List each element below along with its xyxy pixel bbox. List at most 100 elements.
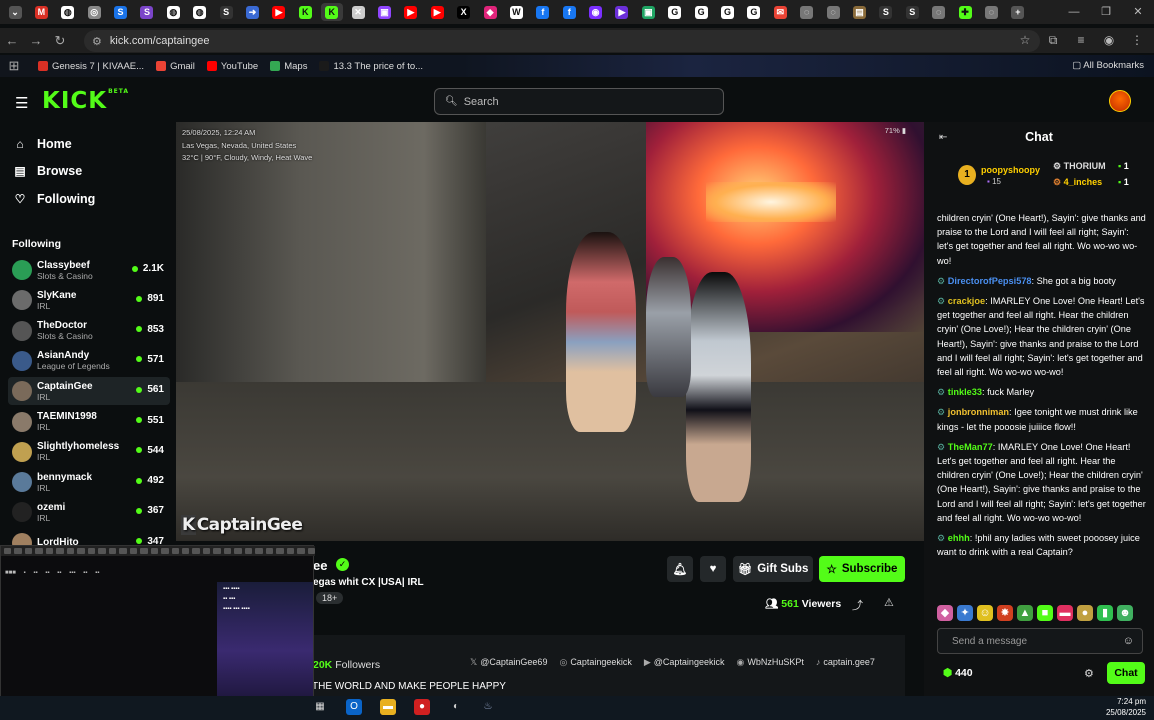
- browser-tab[interactable]: ◎: [83, 3, 105, 21]
- followed-channel[interactable]: AsianAndy League of Legends 571: [8, 347, 170, 375]
- bookmark-star-icon[interactable]: ☆: [1016, 31, 1034, 49]
- site-info-icon[interactable]: ⚙: [92, 35, 102, 48]
- browser-tab[interactable]: ◍: [189, 3, 211, 21]
- social-link[interactable]: 𝕏 @CaptainGee69: [470, 657, 547, 668]
- browser-tab[interactable]: ▶: [426, 3, 448, 21]
- sidebar-item-browse[interactable]: ▤ Browse: [0, 158, 176, 186]
- browser-tab[interactable]: ◌: [822, 3, 844, 21]
- outlook-icon[interactable]: O: [346, 699, 362, 715]
- browser-tab[interactable]: +: [1007, 3, 1029, 21]
- profile-sync-icon[interactable]: ≡: [1072, 31, 1090, 49]
- browser-tab[interactable]: M: [30, 3, 52, 21]
- browser-tab[interactable]: f: [558, 3, 580, 21]
- top-gifter-name[interactable]: poopyshoopy: [981, 165, 1040, 175]
- browser-tab[interactable]: ◉: [585, 3, 607, 21]
- browser-tab[interactable]: ✉: [769, 3, 791, 21]
- emote-icon[interactable]: ◆: [937, 605, 953, 621]
- browser-tab[interactable]: ✕: [347, 3, 369, 21]
- back-icon[interactable]: ←: [0, 33, 24, 48]
- hamburger-menu-icon[interactable]: ☰: [15, 94, 28, 112]
- chat-send-button[interactable]: Chat: [1107, 662, 1145, 684]
- chat-username[interactable]: ehhh: [948, 533, 970, 543]
- maximize-icon[interactable]: ❐: [1090, 0, 1122, 24]
- browser-tab[interactable]: ◌: [980, 3, 1002, 21]
- browser-tab[interactable]: S: [901, 3, 923, 21]
- emote-icon[interactable]: ▲: [1017, 605, 1033, 621]
- browser-tab[interactable]: G: [664, 3, 686, 21]
- emote-icon[interactable]: ✦: [957, 605, 973, 621]
- chat-username[interactable]: jonbronniman: [948, 407, 1009, 417]
- social-link[interactable]: ♪ captain.gee7: [816, 657, 875, 668]
- followed-channel[interactable]: ozemi IRL 367: [8, 498, 170, 526]
- extensions-icon[interactable]: ⧉: [1044, 31, 1062, 49]
- chat-settings-icon[interactable]: ⚙: [1084, 667, 1094, 680]
- menu-icon[interactable]: ⋮: [1128, 31, 1146, 49]
- browser-tab[interactable]: ▣: [637, 3, 659, 21]
- channel-points[interactable]: ⬢ 440: [943, 667, 973, 679]
- chat-username[interactable]: DirectorofPepsi578: [948, 276, 1032, 286]
- follow-heart-button[interactable]: ♥: [700, 556, 726, 582]
- emote-icon[interactable]: ●: [1077, 605, 1093, 621]
- browser-tab[interactable]: ◍: [162, 3, 184, 21]
- gift-subs-button[interactable]: 🎁︎ Gift Subs: [733, 556, 813, 582]
- browser-tab[interactable]: ◌: [796, 3, 818, 21]
- browser-tab[interactable]: S: [875, 3, 897, 21]
- browser-tab[interactable]: G: [743, 3, 765, 21]
- sidebar-item-home[interactable]: ⌂ Home: [0, 130, 176, 158]
- browser-tab[interactable]: K: [294, 3, 316, 21]
- close-window-icon[interactable]: ✕: [1122, 0, 1154, 24]
- steam-icon[interactable]: ♨: [480, 699, 496, 715]
- followed-channel[interactable]: Slightlyhomeless IRL 544: [8, 438, 170, 466]
- emote-icon[interactable]: ■: [1037, 605, 1053, 621]
- emote-icon[interactable]: ☻: [1117, 605, 1133, 621]
- notification-bell-button[interactable]: 🔔︎: [667, 556, 693, 582]
- url-field[interactable]: ⚙ kick.com/captaingee: [84, 30, 1040, 52]
- browser-tab[interactable]: ⌄: [4, 3, 26, 21]
- reload-icon[interactable]: ↻: [48, 33, 72, 49]
- emote-icon[interactable]: ▬: [1057, 605, 1073, 621]
- browser-tab[interactable]: ▶: [268, 3, 290, 21]
- browser-tab[interactable]: K: [320, 3, 343, 21]
- browser-tab[interactable]: S: [136, 3, 158, 21]
- app-icon[interactable]: ●: [414, 699, 430, 715]
- browser-tab[interactable]: ➜: [242, 3, 264, 21]
- social-link[interactable]: ◉ WbNzHuSKPt: [736, 657, 803, 668]
- browser-tab[interactable]: ▤: [849, 3, 871, 21]
- browser-tab[interactable]: ◌: [928, 3, 950, 21]
- chat-username[interactable]: TheMan77: [948, 442, 993, 452]
- followed-channel[interactable]: Classybeef Slots & Casino 2.1K: [8, 256, 170, 284]
- bookmark-item[interactable]: Maps: [270, 61, 307, 72]
- browser-tab[interactable]: G: [717, 3, 739, 21]
- browser-tab[interactable]: ▶: [611, 3, 633, 21]
- chat-username[interactable]: crackjoe: [948, 296, 985, 306]
- bookmark-item[interactable]: 13.3 The price of to...: [319, 61, 423, 72]
- second-gifter-name[interactable]: ⚙ THORIUM: [1053, 161, 1106, 172]
- browser-tab[interactable]: ◆: [479, 3, 501, 21]
- followed-channel[interactable]: bennymack IRL 492: [8, 468, 170, 496]
- browser-tab[interactable]: W: [505, 3, 527, 21]
- chat-username[interactable]: tinkle33: [948, 387, 982, 397]
- browser-tab[interactable]: ▶: [400, 3, 422, 21]
- social-link[interactable]: ◎ Captaingeekick: [559, 657, 631, 668]
- followed-channel[interactable]: TAEMIN1998 IRL 551: [8, 408, 170, 436]
- browser-tab[interactable]: ▣: [373, 3, 395, 21]
- report-icon[interactable]: ⚠: [884, 596, 894, 609]
- emoji-picker-icon[interactable]: ☺: [1123, 635, 1134, 647]
- chrome-icon[interactable]: ◐: [448, 699, 464, 715]
- minimize-icon[interactable]: —: [1058, 0, 1090, 24]
- chat-message-input[interactable]: Send a message ☺: [937, 628, 1143, 654]
- search-input[interactable]: 🔍︎ Search: [434, 88, 724, 115]
- browser-tab[interactable]: G: [690, 3, 712, 21]
- browser-tab[interactable]: f: [532, 3, 554, 21]
- emote-icon[interactable]: ▮: [1097, 605, 1113, 621]
- profile-avatar-icon[interactable]: ◉: [1100, 31, 1118, 49]
- browser-tab[interactable]: ◍: [57, 3, 79, 21]
- share-icon[interactable]: ⤴: [852, 597, 863, 613]
- bookmark-item[interactable]: Genesis 7 | KIVAAE...: [38, 61, 144, 72]
- browser-tab[interactable]: ✚: [954, 3, 976, 21]
- followed-channel[interactable]: SlyKane IRL 891: [8, 286, 170, 314]
- browser-tab[interactable]: X: [453, 3, 475, 21]
- emote-icon[interactable]: ☺: [977, 605, 993, 621]
- start-icon[interactable]: ▦: [312, 699, 328, 715]
- browser-tab[interactable]: S: [110, 3, 132, 21]
